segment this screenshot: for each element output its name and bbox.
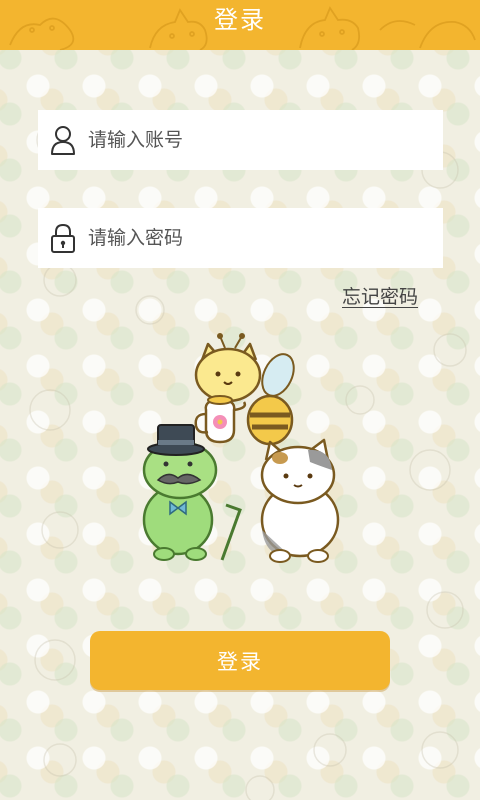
password-input[interactable]	[86, 217, 443, 259]
password-field[interactable]	[38, 208, 443, 268]
bee-cat-illustration	[194, 333, 295, 446]
account-input[interactable]	[86, 119, 443, 161]
padlock-icon	[51, 223, 75, 253]
top-app-bar: 登录	[0, 0, 480, 50]
page-title: 登录	[214, 6, 266, 34]
mascot-cats-illustration	[142, 333, 340, 563]
calico-cat-illustration	[260, 438, 340, 563]
top-hat-cat-illustration	[142, 424, 242, 561]
forgot-password-link[interactable]: 忘记密码	[342, 282, 418, 309]
user-icon	[51, 126, 75, 155]
login-button[interactable]: 登录	[90, 631, 390, 690]
account-field[interactable]	[38, 110, 443, 170]
